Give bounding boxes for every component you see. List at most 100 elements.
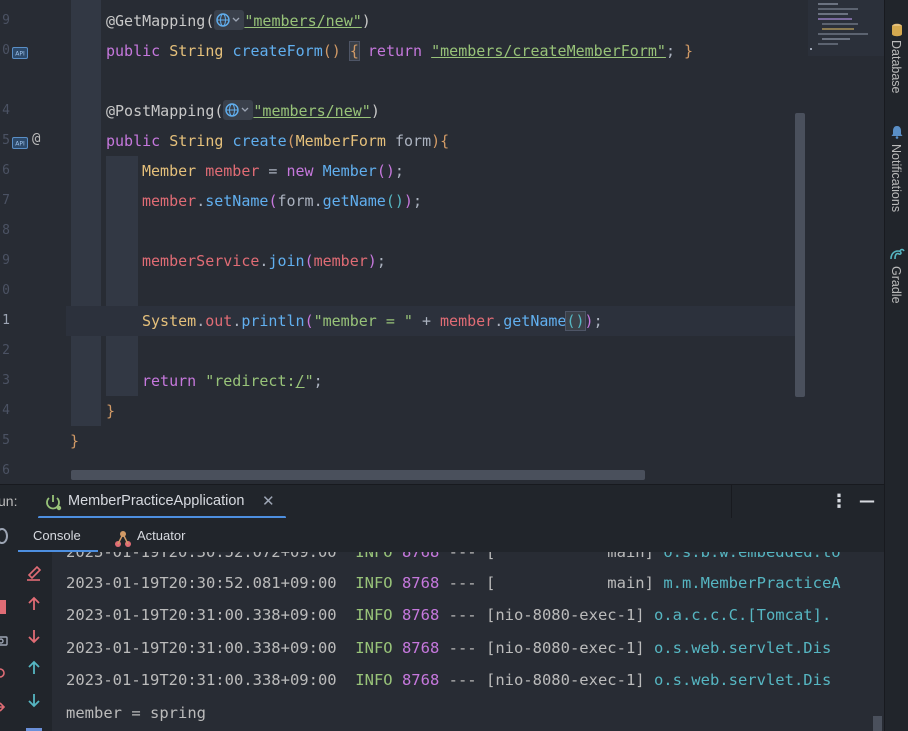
string-link[interactable]: "members/createMemberForm"	[431, 42, 666, 60]
paren-token: )	[431, 132, 441, 150]
code-editor[interactable]: 9 0 4 5 6 7 8 9 0 1 2 3 4 5 6 API API @ …	[0, 0, 884, 484]
code-line[interactable]: member.setName(form.getName());	[142, 186, 422, 216]
annotation-token: @GetMapping(	[106, 12, 215, 30]
constructor-token: Member	[322, 162, 377, 180]
method-name-token[interactable]: create	[232, 132, 286, 150]
keyword-token: return	[142, 372, 197, 390]
log-logger[interactable]: m.m.MemberPracticeA	[663, 574, 840, 592]
database-tool-label[interactable]: Database	[889, 40, 903, 94]
log-logger[interactable]: o.a.c.c.C.[Tomcat].	[654, 606, 831, 624]
console-output[interactable]: 2023-01-19T20:30:52.072+09:00 INFO 8768 …	[0, 552, 884, 731]
line-number: 0	[2, 43, 10, 58]
notifications-icon[interactable]	[890, 124, 904, 143]
paren-token: )	[584, 312, 594, 330]
log-line: 2023-01-19T20:31:00.338+09:00 INFO 8768 …	[66, 632, 831, 664]
api-endpoint-icon[interactable]: API	[12, 134, 28, 153]
stop-icon[interactable]	[0, 600, 6, 614]
code-line[interactable]: public String create(MemberForm form){	[106, 126, 449, 156]
clear-console-icon[interactable]	[25, 564, 43, 586]
close-tab-button[interactable]: ✕	[262, 492, 275, 510]
log-pid: 8768	[401, 639, 440, 657]
line-number: 4	[2, 403, 10, 418]
semicolon-token: ;	[412, 192, 422, 210]
code-line[interactable]: return "redirect:/";	[142, 366, 323, 396]
console-scrollbar[interactable]	[873, 716, 882, 731]
log-timestamp: 2023-01-19T20:31:00.338+09:00	[66, 639, 337, 657]
log-separator: ---	[448, 574, 477, 592]
line-number: 6	[2, 463, 10, 478]
gradle-icon[interactable]	[889, 246, 905, 265]
minimize-button[interactable]: —	[859, 491, 875, 510]
globe-icon[interactable]	[223, 100, 254, 120]
tab-console-label: Console	[33, 528, 81, 543]
method-name-token[interactable]: createForm	[232, 42, 322, 60]
string-token: "redirect:/"	[205, 372, 313, 390]
code-line[interactable]: System.out.println("member = " + member.…	[142, 306, 603, 336]
scroll-up-icon[interactable]	[26, 660, 42, 680]
code-line[interactable]: }	[70, 426, 79, 456]
keyword-token: return	[367, 42, 423, 60]
power-icon	[44, 493, 62, 515]
code-line[interactable]: @PostMapping( "members/new")	[106, 96, 380, 126]
scroll-down-icon[interactable]	[26, 692, 42, 712]
tab-actuator[interactable]: Actuator	[112, 518, 202, 552]
arrow-up-icon[interactable]	[26, 596, 42, 616]
paren-token: (	[304, 252, 314, 270]
run-label: un:	[0, 493, 18, 509]
log-level: INFO	[355, 606, 393, 624]
log-line: 2023-01-19T20:31:00.338+09:00 INFO 8768 …	[66, 664, 831, 696]
database-icon[interactable]	[891, 22, 903, 41]
log-line: 2023-01-19T20:31:00.338+09:00 INFO 8768 …	[66, 599, 831, 631]
gradle-tool-label[interactable]: Gradle	[889, 266, 903, 304]
more-options-button[interactable]: ⋮	[830, 491, 848, 512]
string-token[interactable]: "members/new"	[244, 12, 361, 30]
line-number: 0	[2, 283, 10, 298]
divider	[731, 485, 732, 519]
arrow-down-icon[interactable]	[26, 628, 42, 648]
camera-icon[interactable]	[0, 632, 8, 651]
log-logger[interactable]: o.s.b.w.embedded.to	[663, 552, 840, 561]
rerun-icon[interactable]	[0, 698, 6, 717]
svg-text:API: API	[15, 51, 25, 58]
field-token: memberService	[142, 252, 260, 270]
string-token[interactable]: "members/createMemberForm"	[431, 42, 666, 60]
class-token: System	[142, 312, 197, 330]
code-line[interactable]: @GetMapping("members/new")	[106, 6, 371, 36]
brace-token: }	[106, 402, 116, 420]
log-logger[interactable]: o.s.web.servlet.Dis	[654, 639, 831, 657]
line-number: 1	[2, 313, 10, 328]
run-tab-memberpracticeapplication[interactable]: MemberPracticeApplication ✕	[38, 485, 286, 519]
code-line[interactable]: }	[106, 396, 115, 426]
api-endpoint-icon[interactable]: API	[12, 44, 28, 63]
string-link[interactable]: /	[296, 372, 305, 390]
paren-token: )	[370, 102, 380, 120]
type-token: String	[169, 132, 224, 150]
run-tool-window-header: un: MemberPracticeApplication ✕ ⋮ —	[0, 484, 884, 519]
paren-token: )	[403, 192, 413, 210]
log-level: INFO	[355, 639, 393, 657]
paren-token: ()	[322, 42, 341, 60]
code-line[interactable]: Member member = new Member();	[142, 156, 404, 186]
console-side-toolbar	[0, 552, 52, 731]
string-token[interactable]: "members/new"	[253, 102, 370, 120]
semicolon-token: ;	[394, 162, 404, 180]
right-tool-strip: Database Notifications Gradle	[884, 0, 908, 731]
code-line[interactable]: public String createForm() { return "mem…	[106, 36, 693, 66]
tab-console[interactable]: Console	[18, 518, 98, 552]
editor-horizontal-scrollbar[interactable]	[71, 470, 645, 480]
minimap[interactable]	[808, 0, 884, 56]
log-timestamp: 2023-01-19T20:31:00.338+09:00	[66, 606, 337, 624]
semicolon-token: ;	[593, 312, 603, 330]
restart-icon[interactable]	[0, 664, 6, 683]
editor-vertical-scrollbar[interactable]	[795, 113, 805, 397]
annotation-token: @PostMapping(	[106, 102, 224, 120]
console-output-line: member = spring	[66, 704, 206, 722]
restore-layout-icon[interactable]	[0, 528, 8, 544]
code-line[interactable]: memberService.join(member);	[142, 246, 386, 276]
annotation-at-icon[interactable]: @	[32, 131, 40, 147]
dot-token: .	[196, 312, 206, 330]
log-pid: 8768	[401, 606, 440, 624]
notifications-tool-label[interactable]: Notifications	[889, 144, 903, 212]
log-logger[interactable]: o.s.web.servlet.Dis	[654, 671, 831, 689]
globe-icon[interactable]	[214, 10, 245, 30]
